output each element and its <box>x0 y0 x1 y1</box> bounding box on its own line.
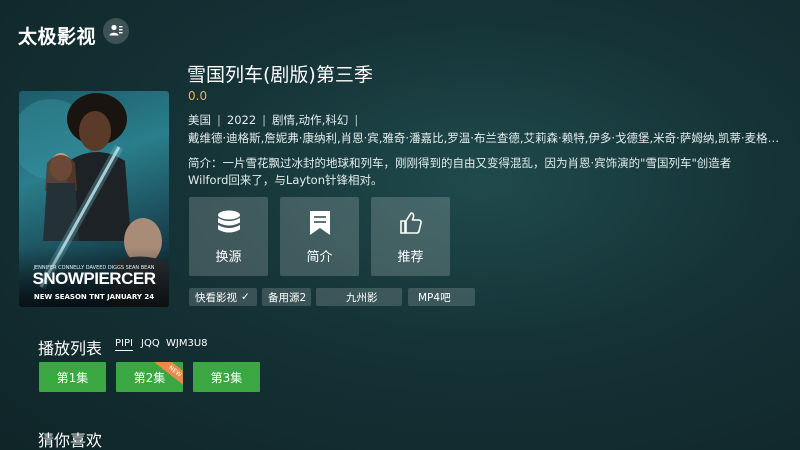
genre-label: 剧情,动作,科幻 <box>272 113 349 127</box>
tab-jqq[interactable]: JQQ <box>141 338 160 349</box>
source-label: 快看影视 <box>195 291 237 304</box>
source-option[interactable]: 备用源2 <box>262 288 311 306</box>
meta-separator: | <box>262 113 267 127</box>
user-settings-icon <box>109 22 123 41</box>
source-option-selected[interactable]: 快看影视 ✓ <box>189 288 257 306</box>
app-title: 太极影视 <box>18 26 97 48</box>
year-label: 2022 <box>226 113 257 127</box>
description: 简介：一片雪花飘过冰封的地球和列车，刚刚得到的自由又变得混乱，因为肖恩·宾饰演的… <box>188 156 732 187</box>
switch-source-label: 换源 <box>215 250 242 265</box>
poster-logo: SNOWPIERCER <box>32 269 156 288</box>
database-icon <box>217 210 241 236</box>
episode-label: 第1集 <box>56 370 89 385</box>
profile-button[interactable] <box>103 18 129 44</box>
recommend-section-title: 猜你喜欢 <box>38 431 103 450</box>
thumbs-up-icon <box>399 210 423 236</box>
region-label: 美国 <box>188 113 211 127</box>
tab-pipi[interactable]: PIPI <box>115 338 133 351</box>
playlist-title: 播放列表 <box>38 339 103 358</box>
poster-image: JENNIFER CONNELLY DAVEED DIGGS SEAN BEAN… <box>19 91 169 307</box>
source-label: 九州影 <box>346 291 378 304</box>
cast-list: 戴维德·迪格斯,詹妮弗·康纳利,肖恩·宾,雅奇·潘嘉比,罗温·布兰查德,艾莉森·… <box>188 131 788 145</box>
source-label: 备用源2 <box>268 291 307 304</box>
switch-source-button[interactable]: 换源 <box>189 197 268 276</box>
poster-airdate: NEW SEASON TNT JANUARY 24 <box>33 293 155 301</box>
recommend-button[interactable]: 推荐 <box>371 197 450 276</box>
tab-wjm3u8[interactable]: WJM3U8 <box>166 338 208 349</box>
bookmark-icon <box>309 210 331 236</box>
source-option[interactable]: 九州影 <box>316 288 402 306</box>
meta-separator: | <box>354 113 359 127</box>
check-icon: ✓ <box>241 291 250 303</box>
recommend-label: 推荐 <box>397 250 424 265</box>
episode-label: 第3集 <box>210 370 243 385</box>
meta-separator: | <box>217 113 221 127</box>
episode-label: 第2集 <box>133 370 166 385</box>
episode-button[interactable]: 第1集 <box>39 362 106 392</box>
episode-button[interactable]: 第3集 <box>193 362 260 392</box>
meta-info: 美国 | 2022 | 剧情,动作,科幻 | <box>188 112 364 128</box>
rating-score: 0.0 <box>188 89 208 103</box>
episode-button[interactable]: 第2集 NEW <box>116 362 183 392</box>
page-title: 雪国列车(剧版)第三季 <box>187 64 373 86</box>
source-option[interactable]: MP4吧 <box>408 288 475 306</box>
source-label: MP4吧 <box>418 291 451 304</box>
intro-button[interactable]: 简介 <box>280 197 359 276</box>
intro-label: 简介 <box>306 250 333 265</box>
